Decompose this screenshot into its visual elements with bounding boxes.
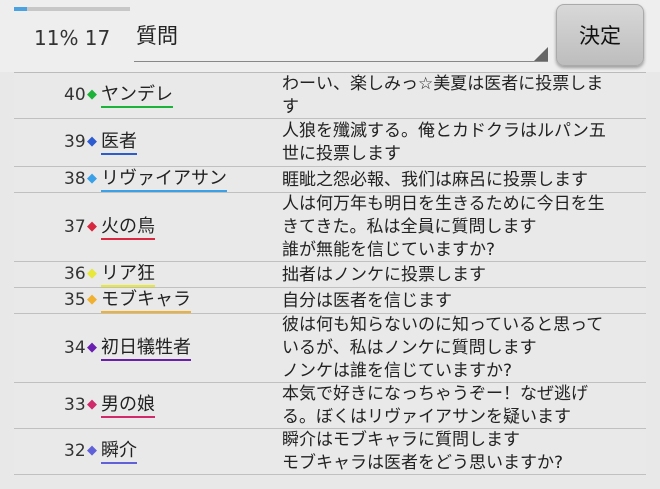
diamond-icon: ◆ xyxy=(87,171,97,186)
player-name[interactable]: リア狂 xyxy=(101,263,155,287)
progress-text: 11% 17 xyxy=(34,26,111,50)
list-item[interactable]: 34 ◆ 初日犠牲者 彼は何も知らないのに知っていると思って いるが、私はノンケに質問… xyxy=(14,314,646,383)
player-name[interactable]: 瞬介 xyxy=(101,440,137,464)
player-number: 38 xyxy=(64,169,86,189)
diamond-icon: ◆ xyxy=(87,397,97,412)
list-item[interactable]: 33 ◆ 男の娘 本気で好きになっちゃうぞー！なぜ逃げ る。ぼくはリヴァイアサンを疑い… xyxy=(14,383,646,429)
player-name[interactable]: 男の娘 xyxy=(101,394,155,418)
list-item[interactable]: 39 ◆ 医者 人狼を殲滅する。俺とカドクラはルパン五 世に投票します xyxy=(14,119,646,167)
diamond-icon: ◆ xyxy=(87,266,97,281)
player-number: 39 xyxy=(64,132,86,152)
decide-button[interactable]: 決定 xyxy=(556,4,644,66)
player-message: 彼は何も知らないのに知っていると思って いるが、私はノンケに質問します ノンケは… xyxy=(282,315,604,381)
player-message: 人狼を殲滅する。俺とカドクラはルパン五 世に投票します xyxy=(282,121,606,164)
action-select[interactable]: 質問 xyxy=(134,8,548,62)
progress-fill xyxy=(14,7,27,11)
list-item[interactable]: 35 ◆ モブキャラ 自分は医者を信じます xyxy=(14,288,646,314)
list-item[interactable]: 36 ◆ リア狂 拙者はノンケに投票します xyxy=(14,262,646,288)
player-number: 40 xyxy=(64,85,86,105)
player-number: 35 xyxy=(64,290,86,310)
action-select-value: 質問 xyxy=(136,24,178,48)
player-name[interactable]: 医者 xyxy=(101,131,137,155)
player-message: 本気で好きになっちゃうぞー！なぜ逃げ る。ぼくはリヴァイアサンを疑います xyxy=(282,384,588,427)
player-number: 34 xyxy=(64,337,86,358)
player-number: 37 xyxy=(64,216,86,237)
list-item[interactable]: 38 ◆ リヴァイアサン 睚眦之怨必報、我们は麻呂に投票します xyxy=(14,167,646,193)
player-number: 36 xyxy=(64,264,86,284)
player-name[interactable]: モブキャラ xyxy=(101,289,191,313)
diamond-icon: ◆ xyxy=(87,87,97,102)
diamond-icon: ◆ xyxy=(87,292,97,307)
message-list[interactable]: 40 ◆ ヤンデレ わーい、楽しみっ☆美夏は医者に投票しま す 39 ◆ 医者 人狼を殲滅する… xyxy=(14,72,646,475)
progress-bar xyxy=(14,7,130,11)
player-name[interactable]: 初日犠牲者 xyxy=(101,337,191,361)
diamond-icon: ◆ xyxy=(87,443,97,458)
diamond-icon: ◆ xyxy=(87,218,97,234)
top-bar: 11% 17 質問 決定 xyxy=(0,0,660,72)
list-item[interactable]: 37 ◆ 火の鳥 人は何万年も明日を生きるために今日を生 きてきた。私は全員に質問しま… xyxy=(14,193,646,262)
player-name[interactable]: ヤンデレ xyxy=(101,84,173,108)
dropdown-arrow-icon xyxy=(534,47,548,61)
player-number: 33 xyxy=(64,395,86,415)
list-item[interactable]: 40 ◆ ヤンデレ わーい、楽しみっ☆美夏は医者に投票しま す xyxy=(14,73,646,119)
player-name[interactable]: リヴァイアサン xyxy=(101,168,227,192)
player-message: 睚眦之怨必報、我们は麻呂に投票します xyxy=(282,169,588,190)
player-message: 拙者はノンケに投票します xyxy=(282,264,486,285)
diamond-icon: ◆ xyxy=(87,339,97,355)
player-name[interactable]: 火の鳥 xyxy=(101,216,155,240)
list-item[interactable]: 32 ◆ 瞬介 瞬介はモブキャラに質問します モブキャラは医者をどう思いますか? xyxy=(14,429,646,475)
player-message: 自分は医者を信じます xyxy=(282,290,452,311)
diamond-icon: ◆ xyxy=(87,134,97,149)
player-message: 人は何万年も明日を生きるために今日を生 きてきた。私は全員に質問します 誰が無能… xyxy=(282,194,605,260)
player-message: わーい、楽しみっ☆美夏は医者に投票しま す xyxy=(282,74,604,117)
player-message: 瞬介はモブキャラに質問します モブキャラは医者をどう思いますか? xyxy=(282,430,564,473)
player-number: 32 xyxy=(64,441,86,461)
